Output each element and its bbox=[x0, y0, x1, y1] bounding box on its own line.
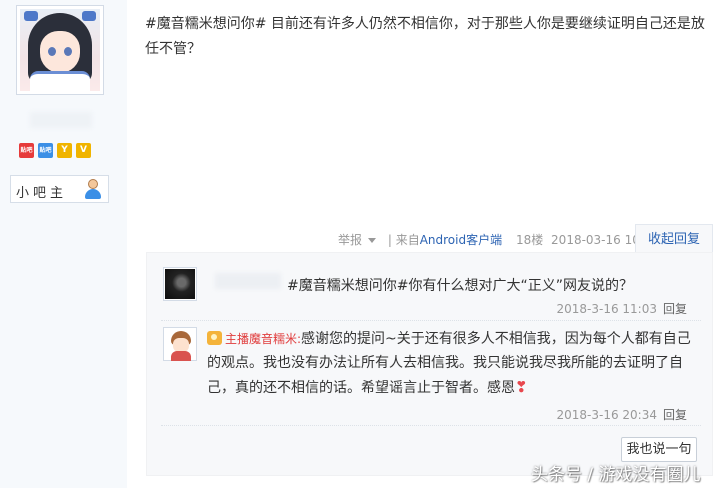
collapse-replies-button[interactable]: 收起回复 bbox=[635, 224, 713, 253]
author-name-redacted bbox=[30, 112, 92, 128]
author-avatar[interactable] bbox=[16, 5, 104, 95]
badge-icon[interactable]: Y bbox=[57, 143, 72, 158]
moderator-role-tag: 小吧主 bbox=[10, 175, 109, 203]
author-badges: 贴吧 贴吧 Y V bbox=[19, 143, 91, 158]
badge-icon[interactable]: 贴吧 bbox=[19, 143, 34, 158]
watermark: 头条号 / 游戏没有圈儿 bbox=[531, 465, 701, 485]
badge-icon[interactable]: 贴吧 bbox=[38, 143, 53, 158]
chevron-down-icon bbox=[368, 238, 377, 243]
role-label: 小吧主 bbox=[16, 186, 68, 201]
user-icon bbox=[84, 179, 102, 199]
reply-meta: 2018-3-16 11:03 回复 bbox=[556, 300, 687, 317]
floor-number: 18楼 bbox=[515, 233, 544, 247]
reply-body: 主播魔音糯米:感谢您的提问~关于还有很多人不相信我，因为每个人都有自己的观点。我… bbox=[207, 327, 697, 400]
add-reply-button[interactable]: 我也说一句 bbox=[621, 437, 697, 462]
reply-avatar[interactable] bbox=[163, 327, 197, 361]
anime-girl-avatar-icon bbox=[20, 9, 100, 91]
reply-item: #魔音糯米想问你#你有什么想对广大“正义”网友说的？ 2018-3-16 11:… bbox=[161, 261, 701, 321]
reply-content: #魔音糯米想问你#你有什么想对广大“正义”网友说的？ bbox=[287, 278, 633, 294]
reply-link[interactable]: 回复 bbox=[663, 302, 687, 316]
reply-panel: #魔音糯米想问你#你有什么想对广大“正义”网友说的？ 2018-3-16 11:… bbox=[146, 252, 713, 476]
heart-emoji-icon: ❣ bbox=[515, 378, 528, 396]
reply-avatar[interactable] bbox=[163, 267, 197, 301]
post-content: #魔音糯米想问你# 目前还有许多人仍然不相信你，对于那些人你是要继续证明自己还是… bbox=[145, 16, 705, 57]
source-link[interactable]: Android客户端 bbox=[420, 233, 502, 247]
reply-username[interactable]: 主播魔音糯米: bbox=[225, 332, 301, 346]
reply-meta: 2018-3-16 20:34 回复 bbox=[556, 406, 687, 423]
reply-item: 主播魔音糯米:感谢您的提问~关于还有很多人不相信我，因为每个人都有自己的观点。我… bbox=[161, 321, 701, 426]
source-prefix: | 来自 bbox=[387, 233, 420, 247]
reply-link[interactable]: 回复 bbox=[663, 408, 687, 422]
vip-badge-icon bbox=[207, 331, 222, 345]
badge-icon[interactable]: V bbox=[76, 143, 91, 158]
reply-time: 2018-3-16 11:03 bbox=[556, 302, 657, 316]
dark-avatar-icon bbox=[165, 269, 195, 299]
post-meta: 举报 | 来自Android客户端 18楼 2018-03-16 10:21 bbox=[338, 231, 663, 248]
cartoon-boy-avatar-icon bbox=[165, 329, 195, 361]
author-sidebar: 贴吧 贴吧 Y V 小吧主 bbox=[0, 0, 127, 488]
report-link[interactable]: 举报 bbox=[338, 233, 380, 247]
reply-time: 2018-3-16 20:34 bbox=[556, 408, 657, 422]
reply-username-redacted bbox=[215, 273, 281, 289]
